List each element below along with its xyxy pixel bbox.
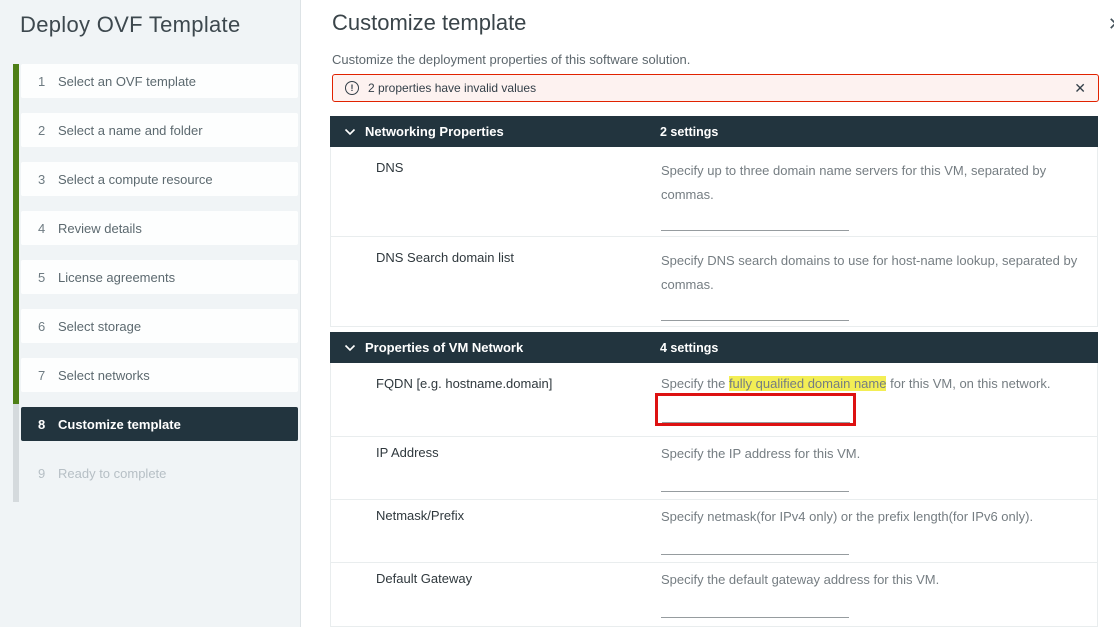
- step-select-compute-resource[interactable]: 3 Select a compute resource: [21, 162, 298, 196]
- error-banner-close-icon[interactable]: ✕: [1074, 81, 1086, 95]
- step-number: 2: [38, 123, 52, 138]
- page-title: Customize template: [332, 10, 526, 36]
- property-row-fqdn: FQDN [e.g. hostname.domain] Specify the …: [330, 363, 1098, 437]
- property-description: Specify netmask(for IPv4 only) or the pr…: [661, 508, 1093, 526]
- step-number: 7: [38, 368, 52, 383]
- exclamation-circle-icon: !: [345, 81, 359, 95]
- property-label: IP Address: [331, 437, 661, 499]
- section-header-networking-properties[interactable]: Networking Properties 2 settings: [330, 116, 1098, 147]
- wizard-sidebar: Deploy OVF Template 1 Select an OVF temp…: [0, 0, 301, 627]
- step-select-name-folder[interactable]: 2 Select a name and folder: [21, 113, 298, 147]
- section-title: Properties of VM Network: [365, 340, 523, 355]
- step-label: Ready to complete: [58, 466, 166, 481]
- property-row-ip-address: IP Address Specify the IP address for th…: [330, 437, 1098, 500]
- section-title: Networking Properties: [365, 124, 504, 139]
- default-gateway-input[interactable]: [661, 597, 849, 618]
- progress-bar-remaining: [13, 404, 19, 502]
- step-review-details[interactable]: 4 Review details: [21, 211, 298, 245]
- property-description: Specify DNS search domains to use for ho…: [661, 249, 1093, 297]
- step-license-agreements[interactable]: 5 License agreements: [21, 260, 298, 294]
- step-label: Select an OVF template: [58, 74, 196, 89]
- property-row-dns: DNS Specify up to three domain name serv…: [330, 147, 1098, 237]
- step-number: 6: [38, 319, 52, 334]
- step-label: Select a name and folder: [58, 123, 203, 138]
- section-settings-count: 2 settings: [660, 125, 718, 139]
- property-label: FQDN [e.g. hostname.domain]: [331, 363, 661, 436]
- step-number: 9: [38, 466, 52, 481]
- step-ready-to-complete: 9 Ready to complete: [21, 456, 298, 490]
- step-label: Review details: [58, 221, 142, 236]
- netmask-prefix-input[interactable]: [661, 534, 849, 555]
- property-row-netmask-prefix: Netmask/Prefix Specify netmask(for IPv4 …: [330, 500, 1098, 563]
- step-label: Customize template: [58, 417, 181, 432]
- section-settings-count: 4 settings: [660, 341, 718, 355]
- highlighted-text: fully qualified domain name: [729, 376, 887, 391]
- property-row-dns-search-domain: DNS Search domain list Specify DNS searc…: [330, 237, 1098, 327]
- step-label: Select storage: [58, 319, 141, 334]
- dialog-close-icon[interactable]: ✕: [1108, 15, 1114, 33]
- step-number: 3: [38, 172, 52, 187]
- step-select-networks[interactable]: 7 Select networks: [21, 358, 298, 392]
- properties-table: Networking Properties 2 settings DNS Spe…: [330, 116, 1098, 627]
- step-number: 5: [38, 270, 52, 285]
- step-label: Select a compute resource: [58, 172, 213, 187]
- property-description: Specify the default gateway address for …: [661, 571, 1093, 589]
- step-label: Select networks: [58, 368, 150, 383]
- property-description: Specify the IP address for this VM.: [661, 445, 1093, 463]
- step-select-ovf-template[interactable]: 1 Select an OVF template: [21, 64, 298, 98]
- error-banner: ! 2 properties have invalid values ✕: [332, 74, 1099, 102]
- step-customize-template[interactable]: 8 Customize template: [21, 407, 298, 441]
- customize-template-panel: Customize template Customize the deploym…: [301, 0, 1114, 627]
- chevron-down-icon: [344, 344, 356, 352]
- property-label: DNS: [331, 147, 661, 236]
- error-message: 2 properties have invalid values: [368, 81, 536, 95]
- ip-address-input[interactable]: [661, 471, 849, 492]
- deploy-ovf-wizard: { "wizard": { "title": "Deploy OVF Templ…: [0, 0, 1114, 627]
- property-description: Specify up to three domain name servers …: [661, 159, 1093, 207]
- step-number: 8: [38, 417, 52, 432]
- step-number: 4: [38, 221, 52, 236]
- fqdn-input[interactable]: [662, 398, 850, 423]
- invalid-field-marker: [655, 393, 856, 426]
- step-number: 1: [38, 74, 52, 89]
- step-label: License agreements: [58, 270, 175, 285]
- dns-input[interactable]: [661, 210, 849, 231]
- property-row-default-gateway: Default Gateway Specify the default gate…: [330, 563, 1098, 627]
- property-label: Default Gateway: [331, 563, 661, 626]
- wizard-title: Deploy OVF Template: [20, 12, 241, 38]
- page-subtitle: Customize the deployment properties of t…: [332, 52, 690, 67]
- wizard-steps: 1 Select an OVF template 2 Select a name…: [21, 64, 298, 505]
- chevron-down-icon: [344, 128, 356, 136]
- property-label: DNS Search domain list: [331, 237, 661, 326]
- property-label: Netmask/Prefix: [331, 500, 661, 562]
- dns-search-domain-input[interactable]: [661, 300, 849, 321]
- section-header-properties-of-vm-network[interactable]: Properties of VM Network 4 settings: [330, 332, 1098, 363]
- step-select-storage[interactable]: 6 Select storage: [21, 309, 298, 343]
- property-description: Specify the fully qualified domain name …: [661, 375, 1093, 393]
- progress-bar-completed: [13, 64, 19, 404]
